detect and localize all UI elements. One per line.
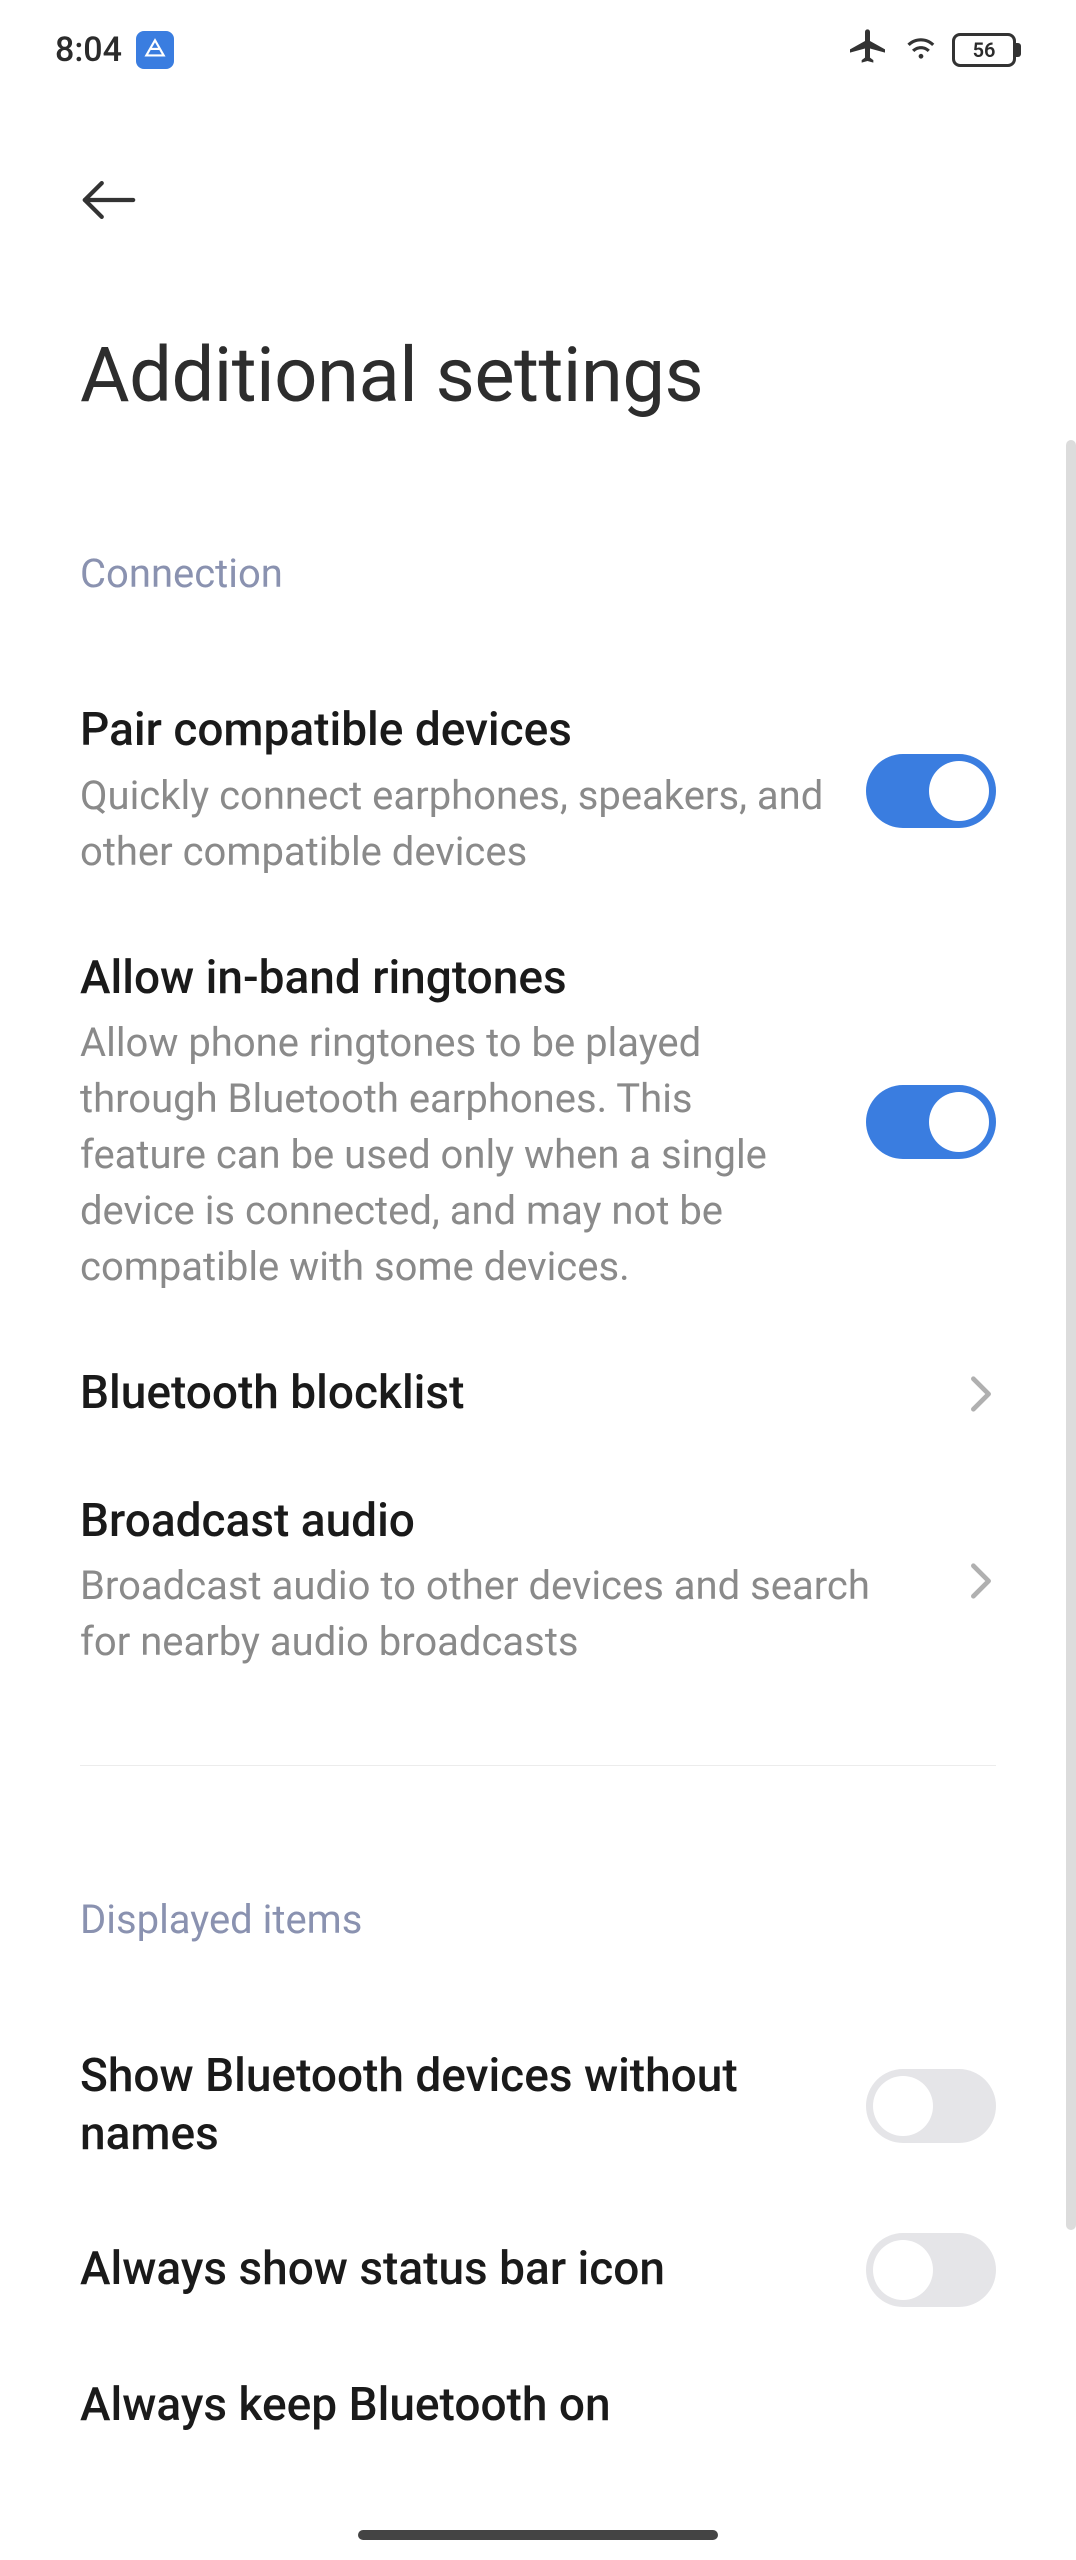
wifi-icon — [902, 27, 940, 74]
status-bar: 8:04 56 — [0, 0, 1076, 100]
chevron-right-icon — [966, 1379, 996, 1409]
toggle-pair-devices[interactable] — [866, 754, 996, 828]
airplane-mode-icon — [850, 26, 890, 75]
setting-title: Pair compatible devices — [80, 702, 826, 760]
nav-handle[interactable] — [358, 2530, 718, 2540]
setting-title: Bluetooth blocklist — [80, 1365, 926, 1423]
setting-title: Always keep Bluetooth on — [80, 2377, 996, 2435]
back-button[interactable] — [80, 170, 140, 230]
setting-title: Show Bluetooth devices without names — [80, 2048, 826, 2163]
battery-icon: 56 — [952, 33, 1016, 67]
chevron-right-icon — [966, 1566, 996, 1596]
setting-pair-devices[interactable]: Pair compatible devices Quickly connect … — [80, 667, 996, 915]
setting-desc: Quickly connect earphones, speakers, and… — [80, 768, 826, 880]
setting-inband-ringtones[interactable]: Allow in-band ringtones Allow phone ring… — [80, 915, 996, 1331]
toggle-show-unnamed[interactable] — [866, 2069, 996, 2143]
setting-title: Always show status bar icon — [80, 2241, 826, 2299]
toggle-status-icon[interactable] — [866, 2233, 996, 2307]
section-header-connection: Connection — [80, 550, 996, 597]
setting-show-unnamed[interactable]: Show Bluetooth devices without names — [80, 2013, 996, 2198]
setting-broadcast-audio[interactable]: Broadcast audio Broadcast audio to other… — [80, 1458, 996, 1706]
setting-desc: Allow phone ringtones to be played throu… — [80, 1015, 826, 1295]
setting-title: Broadcast audio — [80, 1493, 926, 1551]
status-time: 8:04 — [55, 30, 122, 70]
battery-level: 56 — [973, 38, 996, 62]
setting-status-icon[interactable]: Always show status bar icon — [80, 2198, 996, 2342]
page-title: Additional settings — [80, 330, 996, 420]
toggle-inband-ringtones[interactable] — [866, 1085, 996, 1159]
section-divider — [80, 1765, 996, 1766]
setting-desc: Broadcast audio to other devices and sea… — [80, 1558, 926, 1670]
app-badge-icon — [136, 31, 174, 69]
setting-title: Allow in-band ringtones — [80, 950, 826, 1008]
setting-bluetooth-blocklist[interactable]: Bluetooth blocklist — [80, 1330, 996, 1458]
setting-keep-bluetooth-on[interactable]: Always keep Bluetooth on — [80, 2342, 996, 2470]
section-header-displayed: Displayed items — [80, 1896, 996, 1943]
scrollbar[interactable] — [1066, 440, 1076, 2230]
